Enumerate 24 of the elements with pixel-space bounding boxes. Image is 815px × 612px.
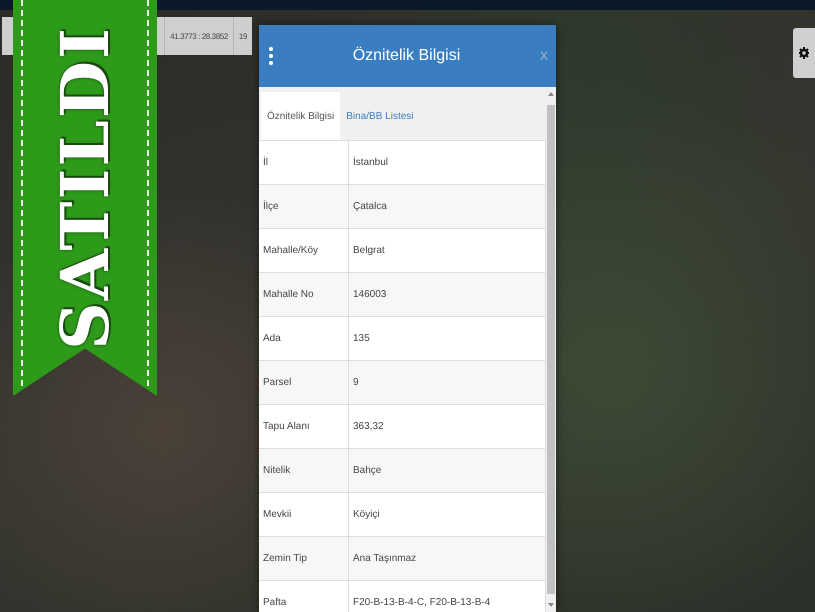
table-cell: Parsel — [259, 361, 349, 404]
close-button[interactable]: x — [540, 47, 548, 65]
table-cell: Nitelik — [259, 449, 349, 492]
tab[interactable]: Bina/BB Listesi — [340, 92, 420, 140]
coordinates-text: 41.3773 : 28.3852 — [164, 17, 233, 55]
table-cell: Zemin Tip — [259, 537, 349, 580]
table-cell: Pafta — [259, 581, 349, 612]
menu-icon[interactable] — [269, 47, 273, 65]
scroll-down-icon[interactable] — [548, 602, 554, 608]
settings-button[interactable] — [793, 28, 815, 78]
table-cell: İl — [259, 141, 349, 184]
scroll-up-icon[interactable] — [548, 91, 554, 97]
zoom-level-text: 19 — [232, 17, 252, 55]
dialog-title: Öznitelik Bilgisi — [352, 47, 462, 65]
table-cell: Mevkii — [259, 493, 349, 536]
settings-icon — [799, 47, 809, 59]
table-cell: Ada — [259, 317, 349, 360]
scrollbar[interactable] — [546, 87, 556, 612]
table-cell: Tapu Alanı — [259, 405, 349, 448]
table-cell: Mahalle/Köy — [259, 229, 349, 272]
tab[interactable]: Öznitelik Bilgisi — [261, 92, 340, 140]
ribbon-text: SATILDI — [46, 26, 124, 350]
table-cell: Mahalle No — [259, 273, 349, 316]
table-cell: İlçe — [259, 185, 349, 228]
